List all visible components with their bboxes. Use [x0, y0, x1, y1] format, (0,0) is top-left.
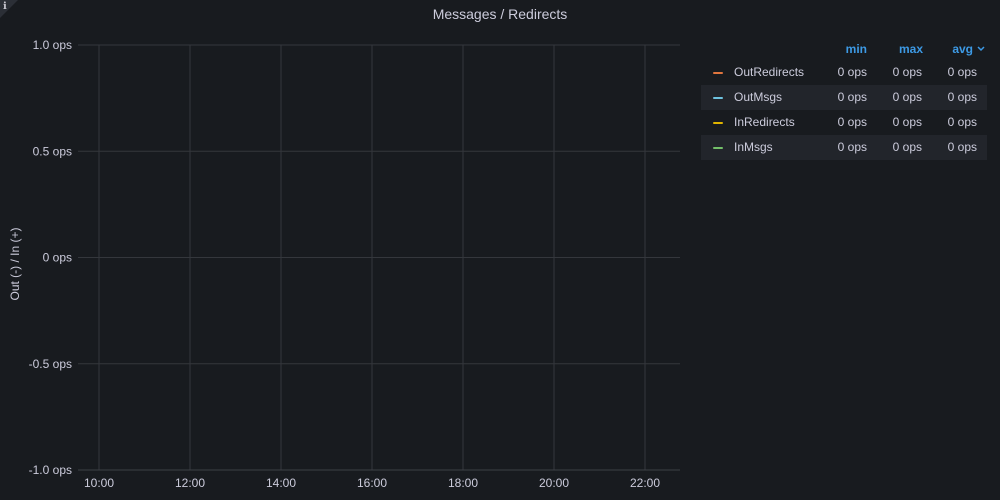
legend-header-avg[interactable]: avg — [952, 42, 973, 56]
legend-value-avg: 0 ops — [947, 140, 977, 154]
legend-value-min: 0 ops — [837, 140, 867, 154]
y-tick-label: -0.5 ops — [29, 357, 72, 371]
legend-series-name[interactable]: InMsgs — [734, 140, 773, 154]
y-tick-label: -1.0 ops — [29, 463, 72, 477]
y-axis-label: Out (-) / In (+) — [8, 227, 22, 300]
legend-series-name[interactable]: OutMsgs — [734, 90, 782, 104]
x-tick-label: 18:00 — [448, 476, 478, 490]
legend-value-max: 0 ops — [892, 115, 922, 129]
legend-value-max: 0 ops — [892, 140, 922, 154]
x-tick-label: 10:00 — [84, 476, 114, 490]
legend-value-max: 0 ops — [892, 90, 922, 104]
legend-value-max: 0 ops — [892, 65, 922, 79]
legend-value-avg: 0 ops — [947, 90, 977, 104]
legend-row-outmsgs[interactable]: OutMsgs 0 ops 0 ops 0 ops — [701, 85, 987, 110]
legend-rows: OutRedirects 0 ops 0 ops 0 ops OutMsgs 0… — [701, 60, 987, 160]
x-axis-ticks: 10:00 12:00 14:00 16:00 18:00 20:00 22:00 — [84, 476, 660, 490]
legend-series-name[interactable]: OutRedirects — [734, 65, 804, 79]
series-color-swatch[interactable] — [713, 122, 723, 124]
y-tick-label: 0.5 ops — [33, 144, 72, 158]
chevron-down-icon[interactable] — [977, 44, 985, 54]
legend-value-min: 0 ops — [837, 115, 867, 129]
legend-header-min[interactable]: min — [846, 42, 867, 56]
legend-table: min max avg OutRedirects 0 ops 0 ops 0 o… — [701, 38, 987, 160]
legend-header-max[interactable]: max — [899, 42, 923, 56]
x-tick-label: 22:00 — [630, 476, 660, 490]
legend-value-min: 0 ops — [837, 90, 867, 104]
legend-header: min max avg — [701, 38, 987, 60]
chart-grid — [78, 44, 680, 471]
series-color-swatch[interactable] — [713, 147, 723, 149]
y-axis-ticks: 1.0 ops 0.5 ops 0 ops -0.5 ops -1.0 ops — [29, 38, 72, 477]
y-tick-label: 1.0 ops — [33, 38, 72, 52]
graph-panel: ℹ Messages / Redirects 1.0 ops 0.5 ops 0 o… — [0, 0, 1000, 500]
legend-row-inredirects[interactable]: InRedirects 0 ops 0 ops 0 ops — [701, 110, 987, 135]
legend-value-avg: 0 ops — [947, 65, 977, 79]
legend-row-inmsgs[interactable]: InMsgs 0 ops 0 ops 0 ops — [701, 135, 987, 160]
x-tick-label: 12:00 — [175, 476, 205, 490]
series-color-swatch[interactable] — [713, 72, 723, 74]
legend-row-outredirects[interactable]: OutRedirects 0 ops 0 ops 0 ops — [701, 60, 987, 85]
legend-series-name[interactable]: InRedirects — [734, 115, 795, 129]
series-color-swatch[interactable] — [713, 97, 723, 99]
legend-value-min: 0 ops — [837, 65, 867, 79]
legend-value-avg: 0 ops — [947, 115, 977, 129]
x-tick-label: 14:00 — [266, 476, 296, 490]
x-tick-label: 20:00 — [539, 476, 569, 490]
y-tick-label: 0 ops — [43, 251, 72, 265]
x-tick-label: 16:00 — [357, 476, 387, 490]
